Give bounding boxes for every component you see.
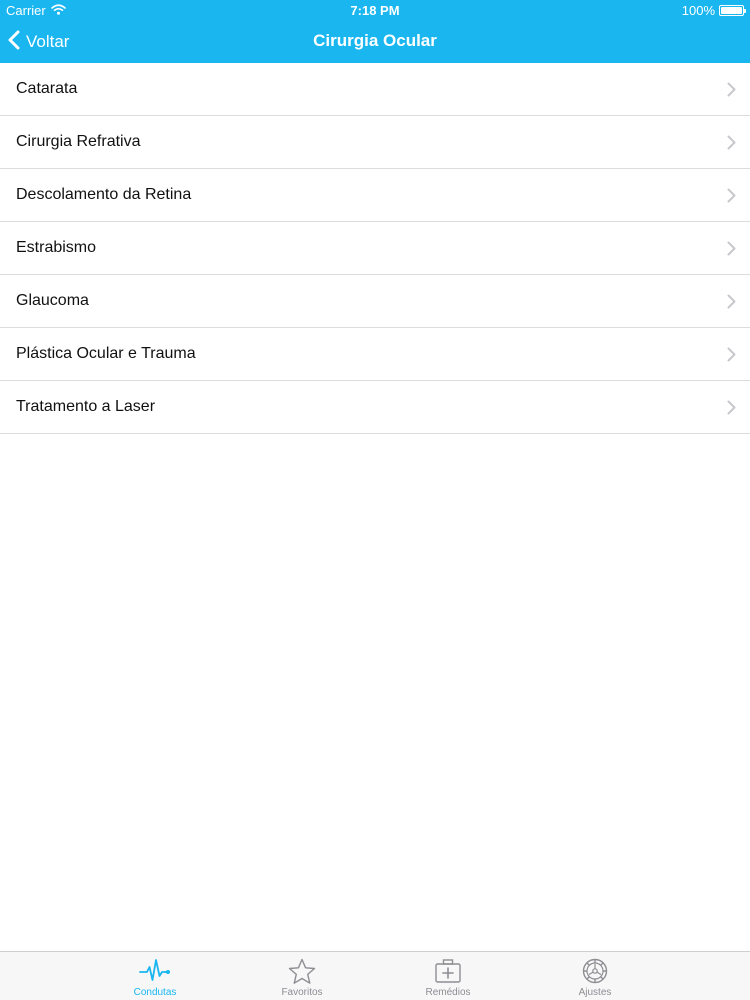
list-item-catarata[interactable]: Catarata	[0, 63, 750, 116]
status-time: 7:18 PM	[350, 3, 400, 18]
list-item-label: Descolamento da Retina	[16, 186, 192, 203]
list-item-descolamento-da-retina[interactable]: Descolamento da Retina	[0, 169, 750, 222]
list-item-label: Estrabismo	[16, 239, 97, 256]
star-icon	[288, 957, 316, 985]
tab-bar: Condutas Favoritos Remédios Ajustes	[0, 951, 750, 1000]
battery-percentage: 100%	[681, 3, 715, 18]
tab-ajustes[interactable]: Ajustes	[535, 952, 655, 1000]
tab-label: Ajustes	[578, 987, 612, 998]
header: Carrier 7:18 PM 100% Voltar Cirurgia Ocu…	[0, 0, 750, 63]
list-item-plastica-ocular-e-trauma[interactable]: Plástica Ocular e Trauma	[0, 328, 750, 381]
battery-icon	[719, 5, 746, 16]
chevron-right-icon	[727, 400, 736, 420]
status-bar: Carrier 7:18 PM 100%	[0, 0, 750, 21]
medical-kit-icon	[434, 957, 462, 985]
list-item-label: Plástica Ocular e Trauma	[16, 345, 196, 362]
chevron-right-icon	[727, 241, 736, 261]
back-button[interactable]: Voltar	[8, 28, 69, 56]
list-item-glaucoma[interactable]: Glaucoma	[0, 275, 750, 328]
chevron-right-icon	[727, 294, 736, 314]
tab-label: Remédios	[425, 987, 471, 998]
topic-list: Catarata Cirurgia Refrativa Descolamento…	[0, 63, 750, 434]
heartbeat-icon	[139, 957, 171, 985]
page-title: Cirurgia Ocular	[313, 31, 437, 50]
tab-remedios[interactable]: Remédios	[388, 952, 508, 1000]
chevron-right-icon	[727, 188, 736, 208]
tab-label: Favoritos	[281, 987, 323, 998]
list-item-label: Cirurgia Refrativa	[16, 133, 141, 150]
tab-condutas[interactable]: Condutas	[95, 952, 215, 1000]
tab-favoritos[interactable]: Favoritos	[242, 952, 362, 1000]
back-label: Voltar	[26, 32, 70, 51]
navigation-bar: Voltar Cirurgia Ocular	[0, 21, 750, 63]
chevron-right-icon	[727, 82, 736, 102]
list-item-label: Catarata	[16, 80, 78, 97]
list-item-tratamento-a-laser[interactable]: Tratamento a Laser	[0, 381, 750, 434]
gear-icon	[581, 957, 609, 985]
status-right: 100%	[681, 3, 746, 18]
chevron-right-icon	[727, 135, 736, 155]
list-item-label: Glaucoma	[16, 292, 89, 309]
chevron-left-icon	[8, 30, 20, 55]
chevron-right-icon	[727, 347, 736, 367]
list-item-cirurgia-refrativa[interactable]: Cirurgia Refrativa	[0, 116, 750, 169]
tab-label: Condutas	[133, 987, 177, 998]
list-item-estrabismo[interactable]: Estrabismo	[0, 222, 750, 275]
list-item-label: Tratamento a Laser	[16, 398, 156, 415]
